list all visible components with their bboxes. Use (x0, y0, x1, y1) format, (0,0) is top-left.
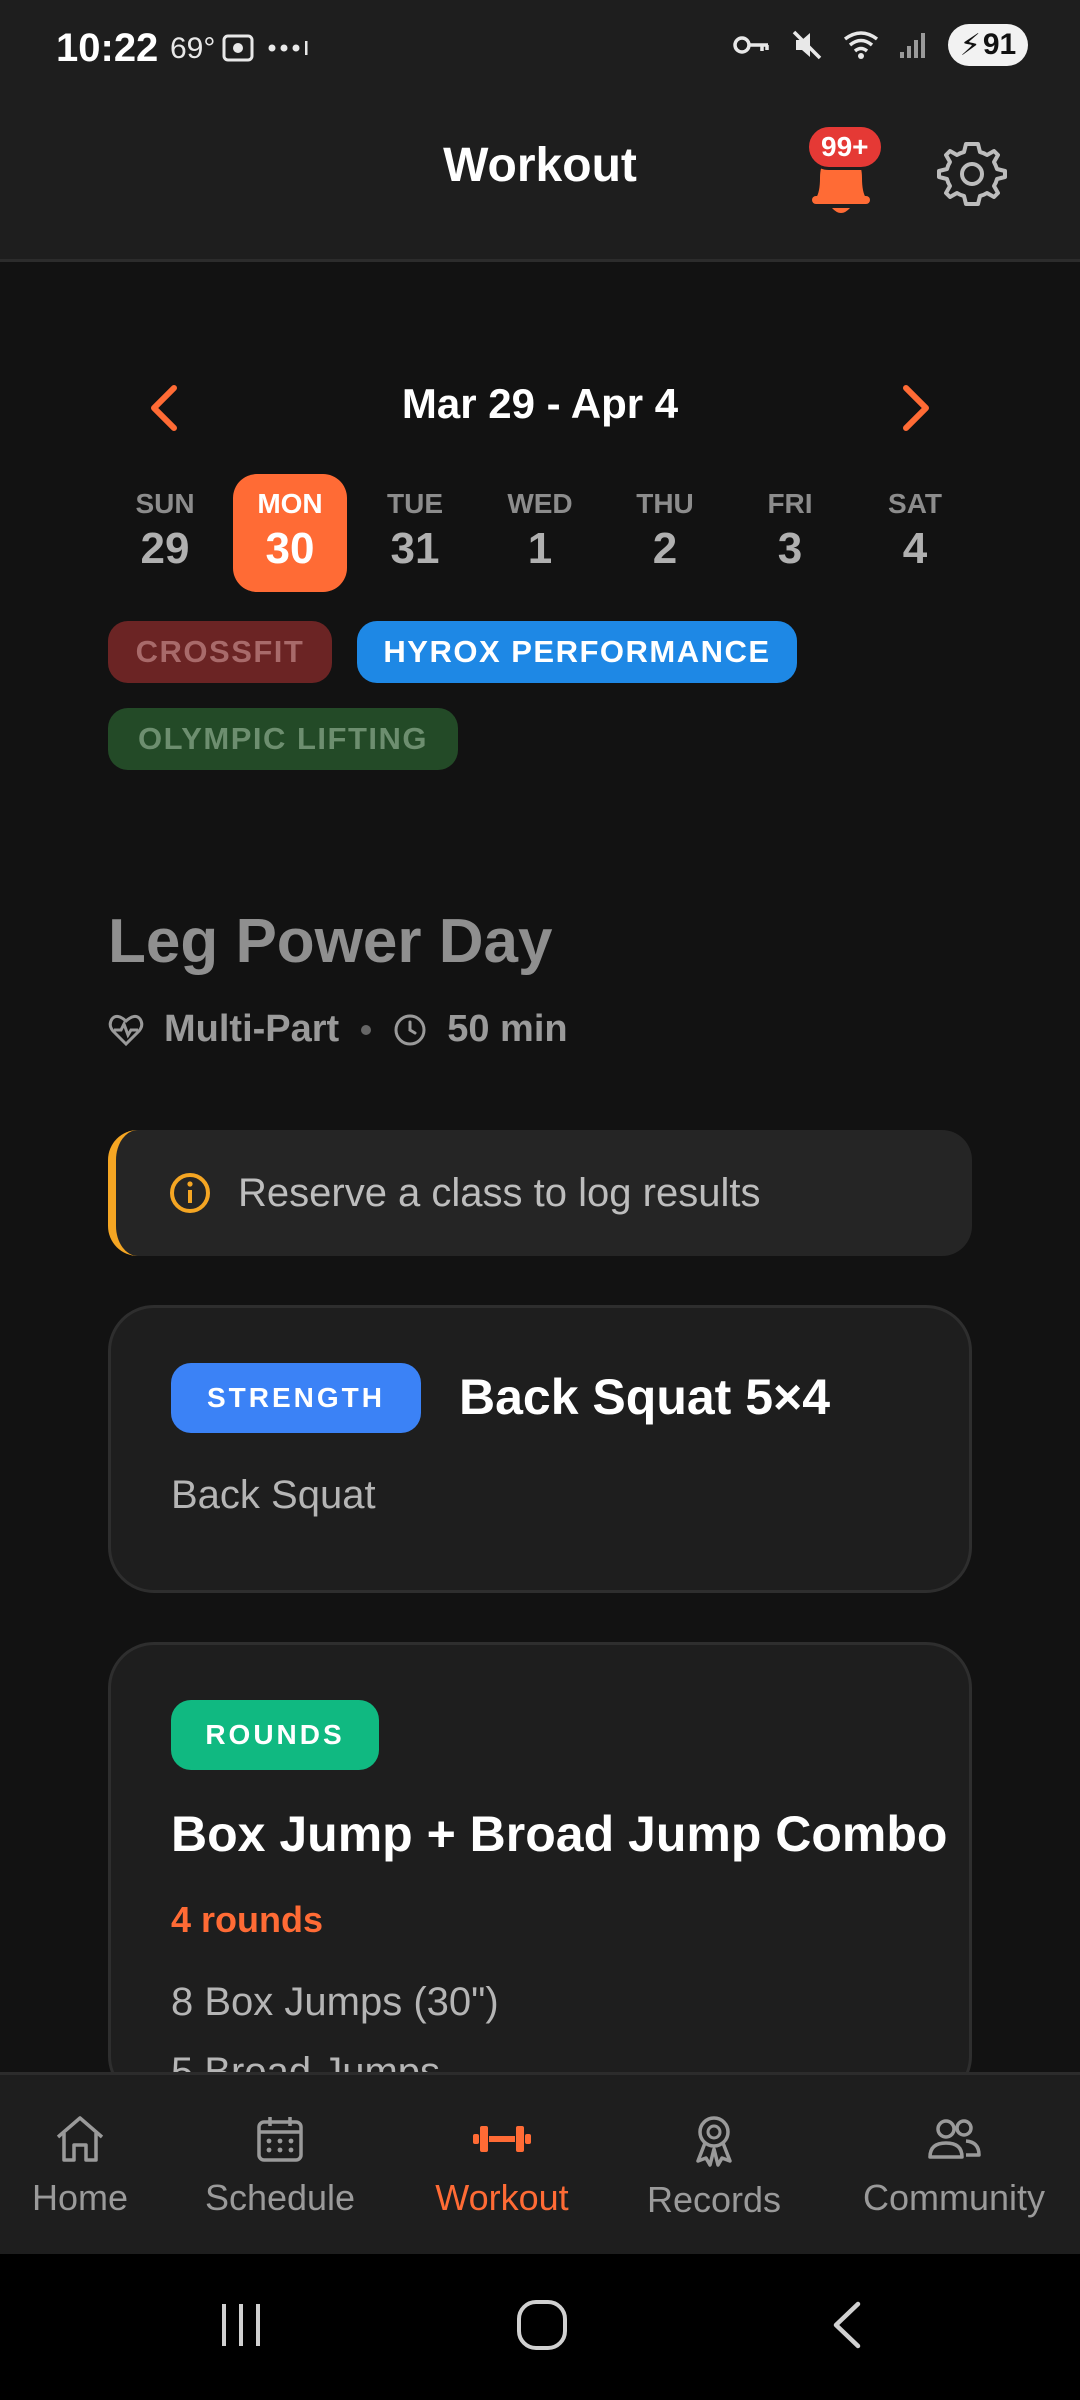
key-icon (733, 36, 769, 54)
day-number: 4 (902, 524, 928, 573)
info-icon (170, 1173, 210, 1213)
day-sat[interactable]: SAT 4 (858, 474, 972, 592)
day-thu[interactable]: THU 2 (608, 474, 722, 592)
day-number: 1 (527, 524, 553, 573)
program-chip-hyrox[interactable]: HYROX PERFORMANCE (357, 621, 797, 683)
heart-pulse-icon (108, 1014, 144, 1046)
signal-icon (900, 33, 925, 58)
nav-label: Schedule (204, 2177, 356, 2218)
workout-section-card[interactable]: STRENGTH Back Squat 5×4 Back Squat (108, 1305, 972, 1593)
week-navigator: Mar 29 - Apr 4 (0, 372, 1080, 442)
dumbbell-icon (473, 2126, 531, 2152)
program-chip-crossfit[interactable]: CROSSFIT (108, 621, 332, 683)
chevron-right-icon[interactable] (890, 380, 940, 436)
section-tag-strength: STRENGTH (171, 1363, 421, 1433)
nav-workout[interactable]: Workout (412, 2075, 592, 2257)
day-number: 30 (265, 524, 315, 573)
day-name: MON (257, 488, 323, 519)
day-number: 29 (140, 524, 190, 573)
nav-records[interactable]: Records (624, 2075, 804, 2257)
charging-icon: ⚡ (959, 28, 981, 62)
back-icon[interactable] (826, 2298, 866, 2352)
program-chip-olympic-lifting[interactable]: OLYMPIC LIFTING (108, 708, 458, 770)
status-left-icons (220, 30, 310, 66)
section-movement: Back Squat (171, 1473, 376, 1517)
nav-schedule[interactable]: Schedule (190, 2075, 370, 2257)
page-title: Workout (443, 139, 637, 192)
nav-label: Records (646, 2179, 782, 2220)
gear-icon[interactable] (936, 138, 1008, 210)
day-name: TUE (387, 488, 443, 519)
day-number: 2 (652, 524, 678, 573)
home-button-icon[interactable] (515, 2298, 569, 2352)
more-dots-icon (268, 41, 308, 55)
workout-meta: Multi-Part 50 min (108, 1008, 568, 1051)
day-selector: SUN 29 MON 30 TUE 31 WED 1 THU 2 FRI 3 SAT 4 (108, 474, 972, 592)
app-header: Workout 99+ (0, 100, 1080, 262)
day-name: WED (507, 488, 573, 519)
section-title: Back Squat 5×4 (459, 1369, 831, 1425)
day-name: SAT (888, 488, 942, 519)
notification-badge: 99+ (806, 124, 884, 170)
section-title: Box Jump + Broad Jump Combo (171, 1806, 948, 1862)
day-fri[interactable]: FRI 3 (733, 474, 847, 592)
nav-label: Home (31, 2177, 129, 2218)
clock-icon (394, 1014, 426, 1045)
status-bar: 10:22 69° ⚡ 91 (0, 0, 1080, 100)
status-time: 10:22 (56, 26, 159, 70)
day-sun[interactable]: SUN 29 (108, 474, 222, 592)
notice-text: Reserve a class to log results (238, 1170, 761, 1215)
workout-title: Leg Power Day (108, 907, 553, 976)
system-navigation-bar (0, 2254, 1080, 2400)
day-name: FRI (767, 488, 813, 519)
calendar-icon (257, 2117, 303, 2162)
nav-label: Community (862, 2177, 1046, 2218)
status-temperature: 69° (170, 32, 216, 65)
day-number: 31 (390, 524, 440, 573)
people-icon (928, 2119, 981, 2159)
section-tag-rounds: ROUNDS (171, 1700, 379, 1770)
recent-apps-icon[interactable] (216, 2300, 266, 2350)
day-wed[interactable]: WED 1 (483, 474, 597, 592)
wifi-icon (843, 31, 879, 59)
section-rounds: 4 rounds (171, 1899, 324, 1940)
home-icon (56, 2116, 104, 2162)
nav-label: Workout (435, 2177, 569, 2218)
workout-duration: 50 min (447, 1008, 568, 1050)
separator-dot (361, 1024, 372, 1035)
day-mon[interactable]: MON 30 (233, 474, 347, 592)
workout-section-card[interactable]: ROUNDS Box Jump + Broad Jump Combo 4 rou… (108, 1642, 972, 2102)
day-tue[interactable]: TUE 31 (358, 474, 472, 592)
battery-level: 91 (982, 28, 1017, 61)
nav-home[interactable]: Home (0, 2075, 160, 2257)
screenshot-icon (222, 34, 254, 62)
battery-indicator: ⚡ 91 (948, 24, 1028, 66)
mute-icon (792, 30, 822, 60)
workout-type: Multi-Part (164, 1008, 340, 1050)
status-right-icons: ⚡ 91 (732, 24, 1028, 66)
reserve-notice: Reserve a class to log results (108, 1130, 972, 1256)
day-name: THU (636, 488, 694, 519)
section-movement: 8 Box Jumps (30") (171, 1980, 499, 2024)
award-icon (696, 2116, 732, 2167)
day-number: 3 (777, 524, 803, 573)
nav-community[interactable]: Community (846, 2075, 1062, 2257)
bottom-navigation: Home Schedule Workout Records Community (0, 2072, 1080, 2254)
day-name: SUN (135, 488, 195, 519)
